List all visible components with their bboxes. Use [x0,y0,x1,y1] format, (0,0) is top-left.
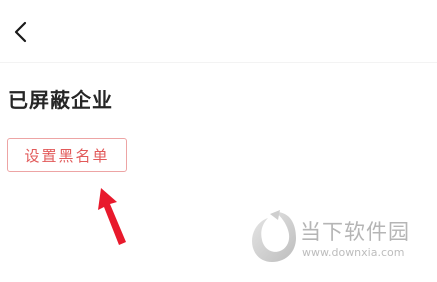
watermark: 当下软件园 www.downxia.com [250,206,420,266]
back-button[interactable] [6,18,34,46]
set-blacklist-button[interactable]: 设置黑名单 [7,138,127,172]
page-title: 已屏蔽企业 [8,88,113,112]
red-arrow-icon [98,188,126,245]
page: 已屏蔽企业 设置黑名单 当下软件园 www.downxia.com [0,0,437,282]
chevron-left-icon [14,21,27,43]
watermark-logo-icon [252,210,296,262]
top-bar [0,0,437,63]
watermark-title: 当下软件园 [300,220,410,244]
watermark-url: www.downxia.com [302,246,405,259]
